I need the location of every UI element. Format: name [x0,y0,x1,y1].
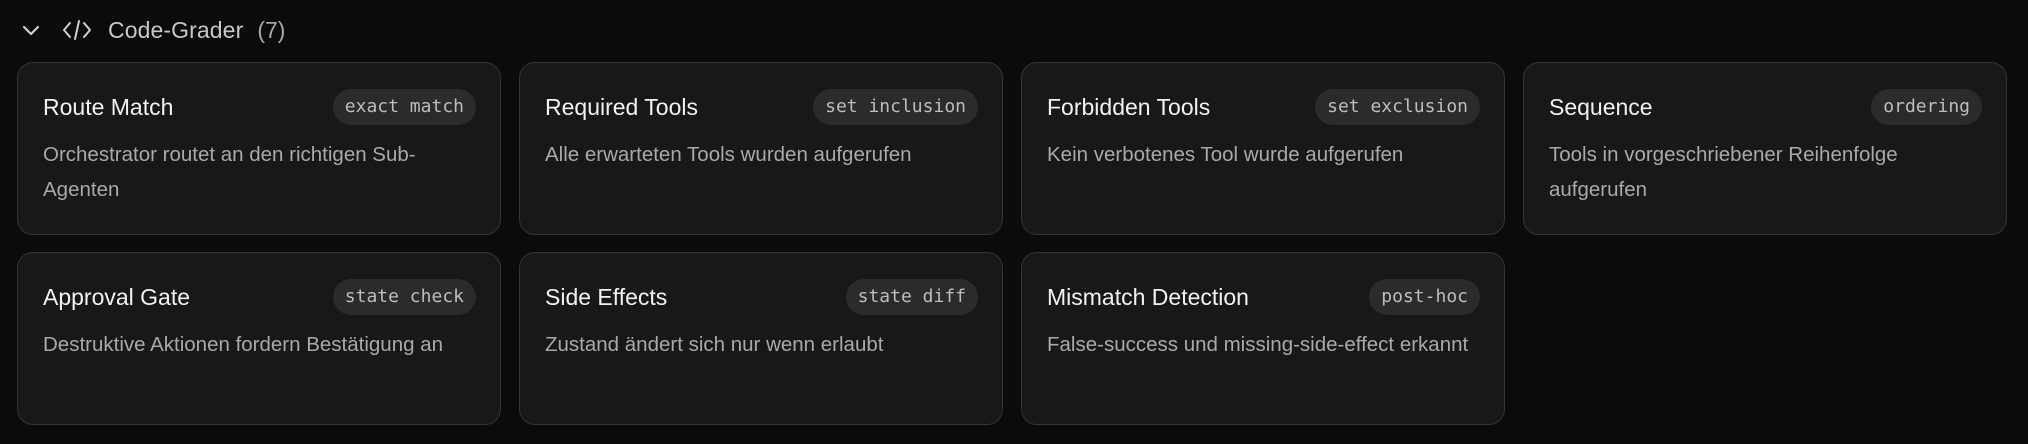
grader-card-required-tools[interactable]: Required Tools set inclusion Alle erwart… [519,62,1003,235]
grader-card-side-effects[interactable]: Side Effects state diff Zustand ändert s… [519,252,1003,425]
card-description: Destruktive Aktionen fordern Bestätigung… [43,333,443,356]
card-badge: exact match [332,89,476,125]
card-title: Approval Gate [43,283,191,310]
grader-card-mismatch-detection[interactable]: Mismatch Detection post-hoc False-succes… [1021,252,1505,425]
section-header[interactable]: Code-Grader (7) [20,10,285,50]
card-description: Zustand ändert sich nur wenn erlaubt [545,333,884,356]
card-badge: post-hoc [1369,279,1480,315]
card-title: Required Tools [545,93,699,120]
card-badge: set exclusion [1315,89,1480,125]
chevron-down-icon[interactable] [20,19,42,41]
card-title: Mismatch Detection [1047,283,1249,310]
code-icon [62,17,92,43]
card-description: Tools in vorgeschriebener Reihenfolge au… [1549,143,1898,201]
card-title: Side Effects [545,283,668,310]
card-title: Route Match [43,93,174,120]
grader-card-forbidden-tools[interactable]: Forbidden Tools set exclusion Kein verbo… [1021,62,1505,235]
card-badge: state diff [845,279,978,315]
card-title: Sequence [1549,93,1653,120]
card-title: Forbidden Tools [1047,93,1211,120]
grader-card-route-match[interactable]: Route Match exact match Orchestrator rou… [17,62,501,235]
grader-card-approval-gate[interactable]: Approval Gate state check Destruktive Ak… [17,252,501,425]
card-description: Orchestrator routet an den richtigen Sub… [43,143,416,201]
card-description: Alle erwarteten Tools wurden aufgerufen [545,143,912,166]
card-badge: set inclusion [813,89,978,125]
grader-card-sequence[interactable]: Sequence ordering Tools in vorgeschriebe… [1523,62,2007,235]
card-badge: ordering [1871,89,1982,125]
section-count: (7) [257,16,286,43]
grader-grid: Route Match exact match Orchestrator rou… [17,62,2007,425]
card-description: False-success und missing-side-effect er… [1047,333,1469,356]
section-title: Code-Grader [108,16,244,43]
card-description: Kein verbotenes Tool wurde aufgerufen [1047,143,1404,166]
card-badge: state check [332,279,476,315]
